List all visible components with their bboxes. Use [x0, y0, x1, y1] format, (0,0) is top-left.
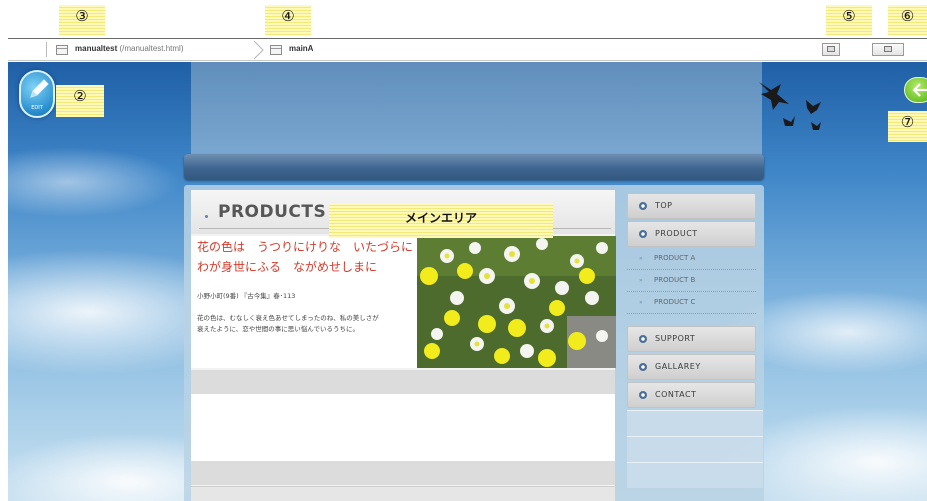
nav-product-a[interactable]: » PRODUCT A — [627, 248, 756, 270]
nav-product-c-label: PRODUCT C — [654, 298, 696, 306]
callout-2: ② — [56, 85, 104, 117]
callout-7: ⑦ — [888, 111, 927, 142]
birds-decoration-icon — [759, 82, 821, 130]
callout-5-text: ⑤ — [842, 7, 856, 25]
page-name-link[interactable]: manualtest (/manualtest.html) — [75, 44, 184, 53]
heading-dot — [205, 215, 208, 218]
crumb-area-name: mainA — [289, 44, 314, 53]
nav-product[interactable]: PRODUCT — [627, 221, 756, 247]
screen: ③ ④ ⑤ ⑥ ② ⑦ メインエリア manualtest (/manualte… — [0, 0, 927, 501]
back-arrow-icon — [912, 83, 927, 97]
side-navigation: TOP PRODUCT » PRODUCT A » PRODUCT B » PR… — [623, 190, 763, 501]
nav-top-label: TOP — [655, 201, 673, 210]
toolbar-separator — [46, 42, 47, 57]
content-band-1 — [191, 370, 615, 394]
layout-icon — [884, 46, 892, 52]
site-header-area[interactable] — [191, 62, 762, 157]
callout-main-area-text: メインエリア — [404, 211, 477, 225]
bullet-icon — [639, 335, 647, 343]
nav-product-a-label: PRODUCT A — [654, 254, 696, 262]
nav-contact-label: CONTACT — [655, 390, 697, 399]
edit-button-label: EDIT — [31, 105, 43, 111]
back-button[interactable] — [904, 77, 927, 103]
callout-7-text: ⑦ — [900, 113, 915, 131]
monitor-icon — [827, 46, 835, 52]
products-heading: PRODUCTS — [218, 202, 327, 222]
content-band-2 — [191, 461, 615, 485]
callout-4-text: ④ — [281, 7, 295, 25]
page-name: manualtest — [75, 44, 118, 53]
nav-contact[interactable]: CONTACT — [627, 382, 756, 408]
poem-text-block[interactable]: 花の色は うつりにけりな いたづらに わが身世にふる ながめせしまに 小野小町(… — [191, 236, 417, 368]
preview-canvas: PRODUCTS 花の色は うつりにけりな いたづらに わが身世にふる ながめせ… — [8, 62, 927, 501]
callout-3: ③ — [59, 5, 105, 35]
nav-gallery-label: GALLAREY — [655, 362, 701, 371]
content-band-3 — [191, 486, 615, 501]
flower-photo-image — [417, 236, 616, 368]
side-empty-row — [627, 462, 763, 488]
double-arrow-icon: » — [639, 255, 643, 262]
poem-description-line-1: 花の色は、むなしく衰え色あせてしまったのね、私の美しさが — [197, 314, 379, 322]
edit-button[interactable]: EDIT — [19, 70, 55, 118]
nav-product-c[interactable]: » PRODUCT C — [627, 292, 756, 314]
poem-line-1: 花の色は うつりにけりな いたづらに — [197, 240, 414, 254]
bullet-icon — [639, 230, 647, 238]
flower-photo[interactable] — [417, 236, 616, 368]
breadcrumb-arrow-icon — [253, 40, 264, 60]
page-path: (/manualtest.html) — [119, 44, 184, 53]
nav-product-b-label: PRODUCT B — [654, 276, 696, 284]
crumb-area-link[interactable]: mainA — [289, 44, 313, 53]
bullet-icon — [639, 202, 647, 210]
side-empty-row — [627, 410, 763, 436]
callout-4: ④ — [265, 5, 311, 35]
preview-button[interactable] — [822, 43, 840, 56]
side-empty-row — [627, 436, 763, 462]
poem-line-2: わが身世にふる ながめせしまに — [197, 260, 378, 274]
area-icon — [270, 45, 282, 55]
callout-6: ⑥ — [888, 5, 927, 35]
layout-button[interactable] — [872, 43, 904, 56]
callout-2-text: ② — [73, 87, 87, 105]
poem-description-line-2: 衰えたように、恋や世間の事に思い悩んでいるうちに。 — [197, 325, 359, 333]
callout-5: ⑤ — [826, 5, 872, 35]
callout-3-text: ③ — [75, 7, 89, 25]
callout-6-text: ⑥ — [900, 7, 915, 25]
nav-gallery[interactable]: GALLAREY — [627, 354, 756, 380]
poem-source: 小野小町(9番) 『古今集』春･113 — [197, 292, 296, 300]
callout-main-area: メインエリア — [329, 203, 553, 238]
site-global-nav-bar[interactable] — [184, 154, 764, 180]
double-arrow-icon: » — [639, 299, 643, 306]
nav-product-b[interactable]: » PRODUCT B — [627, 270, 756, 292]
nav-support[interactable]: SUPPORT — [627, 326, 756, 352]
page-icon — [56, 45, 68, 55]
bullet-icon — [639, 363, 647, 371]
content-blank-area[interactable] — [191, 394, 615, 461]
bullet-icon — [639, 391, 647, 399]
editor-toolbar: manualtest (/manualtest.html) mainA — [8, 38, 927, 61]
nav-top[interactable]: TOP — [627, 193, 756, 219]
pencil-icon — [30, 79, 49, 98]
nav-product-label: PRODUCT — [655, 229, 698, 238]
nav-support-label: SUPPORT — [655, 334, 696, 343]
double-arrow-icon: » — [639, 277, 643, 284]
